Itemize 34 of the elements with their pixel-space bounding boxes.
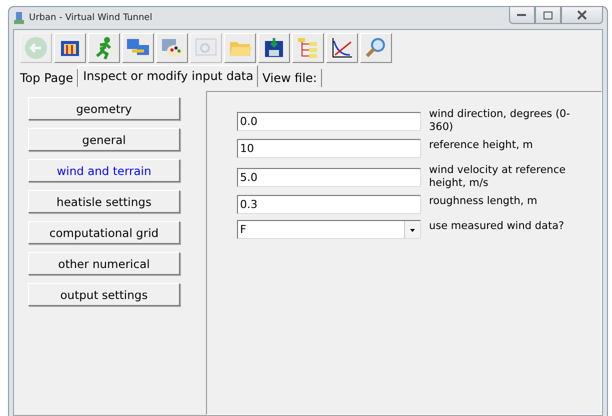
input-field[interactable]: 5.0 (237, 168, 421, 187)
floppy-disk-icon (263, 37, 285, 59)
window-title: Urban - Virtual Wind Tunnel (29, 13, 152, 23)
input-field[interactable]: 0.3 (237, 195, 421, 214)
field-label: roughness length, m (429, 195, 538, 208)
field-label: wind direction, degrees (0-360) (429, 108, 572, 134)
search-icon (364, 36, 388, 60)
section-button[interactable]: other numerical (28, 252, 180, 275)
app-icon (13, 11, 25, 25)
section-button[interactable]: general (28, 128, 180, 151)
input-field[interactable]: 0.0 (237, 112, 421, 131)
field-label: reference height, m (429, 139, 534, 152)
section-button[interactable]: geometry (28, 97, 180, 120)
field-label: use measured wind data? (429, 220, 566, 233)
close-icon (577, 10, 587, 20)
section-button[interactable]: heatisle settings (28, 190, 180, 213)
toolbar-button[interactable] (326, 33, 358, 63)
input-field[interactable]: 10 (237, 139, 421, 158)
minimize-icon (517, 13, 527, 17)
tab[interactable]: Inspect or modify input data (78, 65, 258, 87)
section-button[interactable]: output settings (28, 283, 180, 306)
toolbar-button[interactable] (258, 33, 290, 63)
section-button[interactable]: computational grid (28, 221, 180, 244)
maximize-icon (543, 10, 553, 20)
dropdown-field[interactable]: F (237, 220, 421, 239)
section-button[interactable]: wind and terrain (28, 159, 180, 182)
toolbar-button[interactable] (54, 33, 86, 63)
line-chart-icon (330, 36, 354, 60)
palette-icon (160, 36, 184, 60)
close-button[interactable] (561, 6, 603, 24)
tree-diagram-icon (296, 36, 320, 60)
minimize-button[interactable] (509, 6, 535, 24)
maximize-button[interactable] (535, 6, 561, 24)
field-label: wind velocity at reference height, m/s (429, 164, 567, 190)
